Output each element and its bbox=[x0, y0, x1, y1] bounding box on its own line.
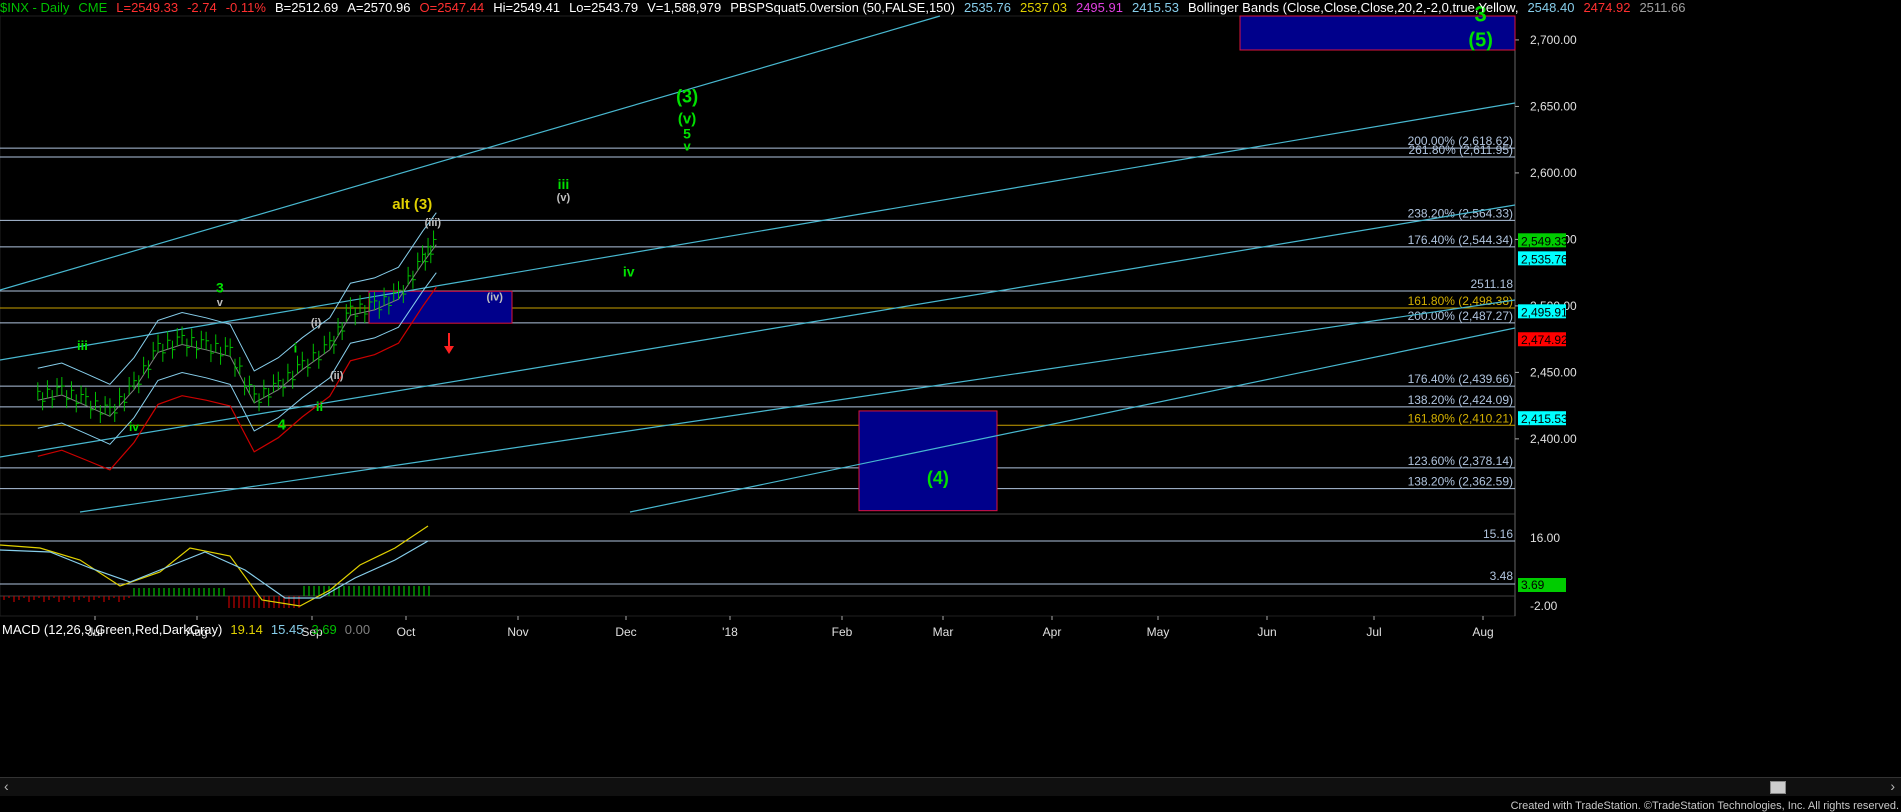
wave-label: 3 bbox=[216, 280, 224, 296]
study-val-2: 2537.03 bbox=[1019, 0, 1067, 15]
fib-level-label: 161.80% (2,498.38) bbox=[1408, 294, 1513, 308]
wave-label: iii bbox=[558, 176, 570, 192]
macd-ref-label: 3.48 bbox=[1490, 569, 1514, 583]
y-tick-label: 2,450.00 bbox=[1530, 365, 1577, 379]
x-tick-label: Nov bbox=[507, 625, 528, 639]
bb-val-1: 2548.40 bbox=[1527, 0, 1575, 15]
macd-val-2: 15.45 bbox=[270, 622, 304, 637]
plot-area bbox=[0, 15, 1516, 617]
x-tick-label: '18 bbox=[722, 625, 738, 639]
x-tick-label: Aug bbox=[1472, 625, 1493, 639]
price-tag-label: 2,474.92 bbox=[1521, 333, 1568, 347]
exchange-label: CME bbox=[78, 0, 108, 15]
wave-label: (v) bbox=[557, 192, 571, 204]
wave-label: iv bbox=[129, 420, 139, 434]
study-val-1: 2535.76 bbox=[963, 0, 1011, 15]
fib-level-label: 161.80% (2,410.21) bbox=[1408, 411, 1513, 425]
scroll-left-icon[interactable]: ‹ bbox=[4, 778, 9, 794]
footer-credit: Created with TradeStation. ©TradeStation… bbox=[1510, 800, 1899, 812]
x-tick-label: May bbox=[1147, 625, 1170, 639]
x-tick-label: Jul bbox=[1366, 625, 1381, 639]
price-tag-label: 2,495.91 bbox=[1521, 305, 1568, 319]
last-price: L=2549.33 bbox=[116, 0, 179, 15]
low-price: Lo=2543.79 bbox=[569, 0, 639, 15]
fib-level-label: 123.60% (2,378.14) bbox=[1408, 454, 1513, 468]
down-arrow-head-icon bbox=[444, 346, 454, 354]
macd-ref-label: 15.16 bbox=[1483, 527, 1513, 541]
macd-tag-label: 3.69 bbox=[1521, 578, 1545, 592]
channel-line bbox=[79, 299, 1516, 513]
wave-label: 4 bbox=[278, 417, 287, 434]
scroll-right-icon[interactable]: › bbox=[1890, 778, 1895, 794]
channel-line bbox=[0, 204, 1516, 458]
wave-label: i bbox=[294, 340, 298, 355]
wave-label: ii bbox=[316, 399, 323, 414]
high-price: Hi=2549.41 bbox=[493, 0, 561, 15]
pct-change: -0.11% bbox=[225, 0, 266, 15]
price-tag-label: 2,535.76 bbox=[1521, 252, 1568, 266]
wave-label: iii bbox=[77, 338, 88, 353]
price-chart: Jul Aug Sep Oct Nov Dec '18 Feb Mar Apr May Jun Jul A… bbox=[0, 1, 1577, 639]
wave-label: v bbox=[217, 297, 224, 309]
bid-price: B=2512.69 bbox=[274, 0, 339, 15]
y-tick-label: 2,650.00 bbox=[1530, 99, 1577, 113]
x-tick-label: Jun bbox=[1257, 625, 1276, 639]
wave-label: (3) bbox=[676, 86, 698, 106]
macd-val-4: 0.00 bbox=[344, 622, 371, 637]
wave-label: v bbox=[683, 138, 691, 153]
wave-label: (iv) bbox=[486, 292, 503, 304]
channel-line bbox=[0, 102, 1516, 361]
fib-level-label: 200.00% (2,487.27) bbox=[1408, 309, 1513, 323]
macd-label: MACD (12,26,9,Green,Red,DarkGray) bbox=[2, 622, 223, 637]
fib-level-label: 176.40% (2,439.66) bbox=[1408, 372, 1513, 386]
ask-price: A=2570.96 bbox=[347, 0, 411, 15]
fib-level-label: 261.80% (2,611.95) bbox=[1408, 143, 1513, 157]
scroll-thumb[interactable] bbox=[1770, 781, 1786, 794]
x-tick-label: Dec bbox=[615, 625, 636, 639]
wave-label: iv bbox=[623, 264, 635, 280]
macd-y-tick-label: -2.00 bbox=[1530, 599, 1558, 613]
symbol-label: $INX - Daily bbox=[0, 0, 70, 15]
bb-val-2: 2474.92 bbox=[1583, 0, 1631, 15]
bb-val-3: 2511.66 bbox=[1639, 0, 1686, 15]
macd-y-tick-label: 16.00 bbox=[1530, 531, 1560, 545]
study-val-3: 2495.91 bbox=[1075, 0, 1123, 15]
channel-line bbox=[629, 327, 1516, 513]
x-tick-label: Mar bbox=[933, 625, 954, 639]
wave-4-box bbox=[858, 410, 998, 512]
study-label: PBSPSquat5.0version (50,FALSE,150) bbox=[730, 0, 955, 15]
chart-scrollbar[interactable]: ‹ › bbox=[0, 777, 1901, 796]
wave-label: (5) bbox=[1468, 30, 1492, 52]
x-tick-label: Oct bbox=[397, 625, 416, 639]
macd-val-1: 19.14 bbox=[230, 622, 263, 637]
bb-label: Bollinger Bands (Close,Close,Close,20,2,… bbox=[1187, 0, 1519, 15]
macd-header: MACD (12,26,9,Green,Red,DarkGray) 19.14 15… bbox=[2, 622, 378, 637]
net-change: -2.74 bbox=[187, 0, 217, 15]
fib-level-label: 138.20% (2,424.09) bbox=[1408, 393, 1513, 407]
price-tag-label: 2,415.53 bbox=[1521, 412, 1568, 426]
fib-level-label: 2511.18 bbox=[1471, 277, 1514, 291]
y-tick-label: 2,400.00 bbox=[1530, 432, 1577, 446]
x-tick-label: Feb bbox=[832, 625, 853, 639]
y-tick-label: 2,700.00 bbox=[1530, 33, 1577, 47]
study-val-4: 2415.53 bbox=[1131, 0, 1179, 15]
wave-label: alt (3) bbox=[392, 196, 432, 213]
channel-line bbox=[0, 15, 941, 291]
fib-level-label: 138.20% (2,362.59) bbox=[1408, 475, 1513, 489]
price-tag-label: 2,549.33 bbox=[1521, 234, 1568, 248]
chart-header: $INX - Daily CME L=2549.33 -2.74 -0.11% B=251… bbox=[0, 0, 1840, 16]
volume: V=1,588,979 bbox=[647, 0, 722, 15]
y-tick-label: 2,600.00 bbox=[1530, 166, 1577, 180]
wave-label: (iii) bbox=[425, 217, 442, 229]
wave-label: (4) bbox=[927, 468, 949, 488]
fib-level-label: 176.40% (2,544.34) bbox=[1408, 233, 1513, 247]
bb-mid-line bbox=[37, 244, 437, 417]
macd-val-3: 3.69 bbox=[311, 622, 337, 637]
wave-label: (i) bbox=[311, 317, 322, 329]
open-price: O=2547.44 bbox=[419, 0, 485, 15]
x-tick-label: Apr bbox=[1043, 625, 1062, 639]
wave-label: (ii) bbox=[330, 370, 344, 382]
